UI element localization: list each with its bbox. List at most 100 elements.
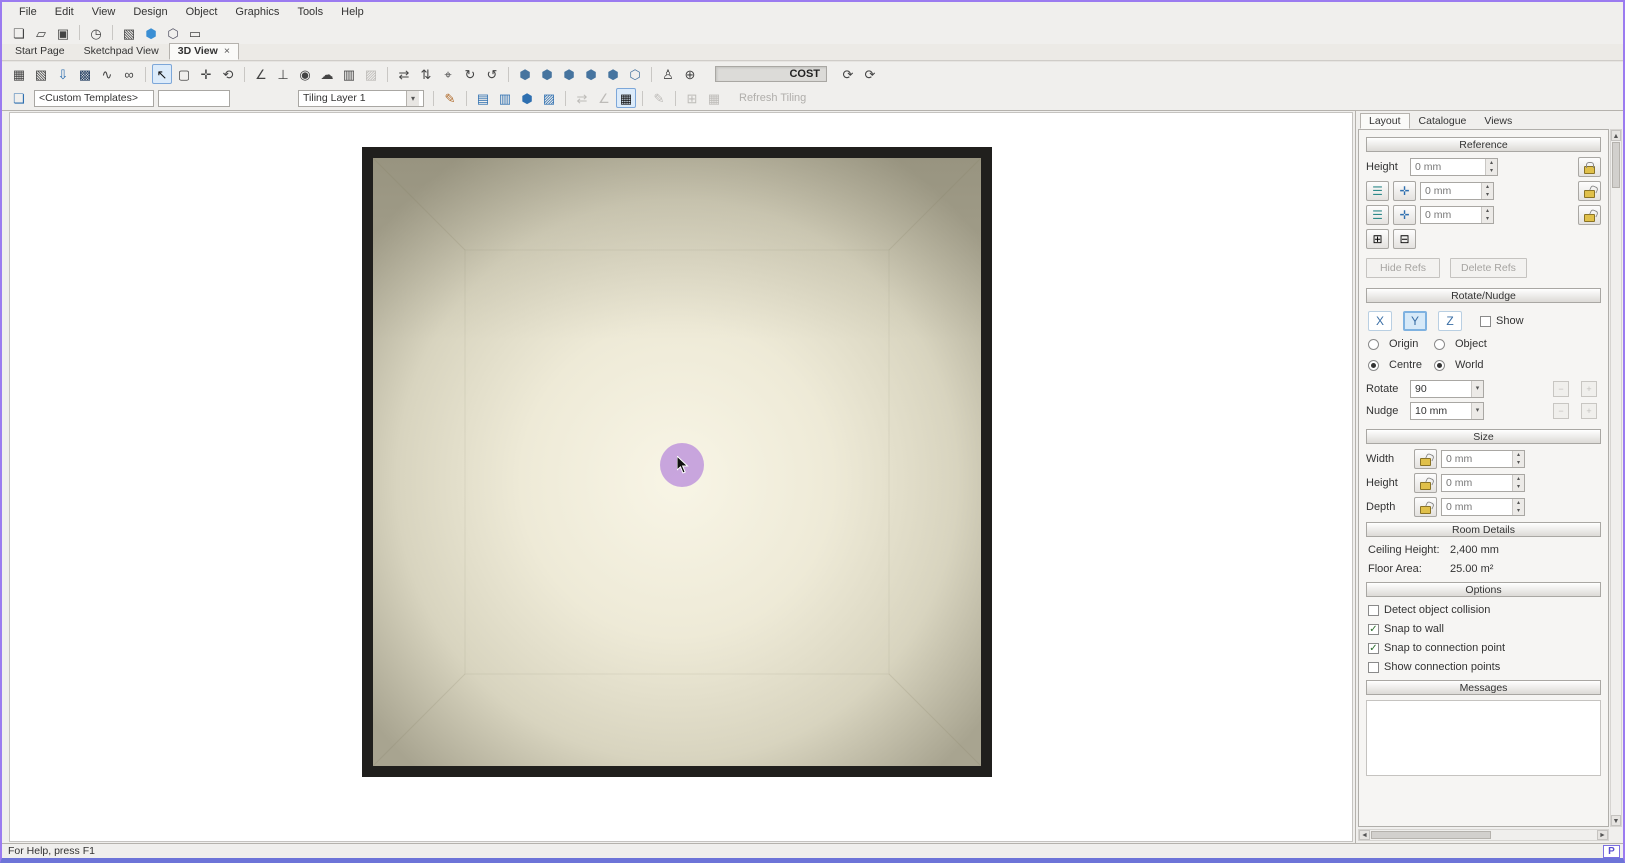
scrollbar-thumb[interactable] bbox=[1612, 142, 1620, 188]
elevation-view-icon[interactable]: ▧ bbox=[31, 64, 51, 84]
lock-height-button[interactable] bbox=[1414, 473, 1437, 493]
option-label-detect-object-collision[interactable]: Detect object collision bbox=[1384, 604, 1490, 616]
reference-offset-field-1[interactable]: 0 mm ▴▾ bbox=[1420, 182, 1494, 200]
lock-height-button[interactable] bbox=[1578, 157, 1601, 177]
tile-wall-icon[interactable]: ▤ bbox=[473, 88, 493, 108]
panel-vertical-scrollbar[interactable]: ▲ ▼ bbox=[1610, 129, 1622, 827]
scrollbar-track[interactable] bbox=[1492, 830, 1597, 840]
spin-down-icon[interactable]: ▾ bbox=[1482, 191, 1493, 199]
wireframe-view-icon[interactable]: ⬡ bbox=[163, 23, 183, 43]
panel-tab-views[interactable]: Views bbox=[1475, 113, 1521, 129]
scrollbar-track[interactable] bbox=[1611, 189, 1621, 815]
axis-x-button[interactable]: X bbox=[1368, 311, 1392, 331]
tab-sketchpad-view[interactable]: Sketchpad View bbox=[75, 43, 168, 60]
tab-start-page[interactable]: Start Page bbox=[6, 43, 74, 60]
view-cube-front-icon[interactable]: ⬢ bbox=[515, 64, 535, 84]
view-cube-right-icon[interactable]: ⬢ bbox=[581, 64, 601, 84]
chevron-down-icon[interactable]: ▾ bbox=[406, 91, 419, 106]
size-height-field[interactable]: 0 mm▴▾ bbox=[1441, 474, 1525, 492]
scrollbar-thumb[interactable] bbox=[1371, 831, 1491, 839]
chevron-down-icon[interactable]: ▾ bbox=[1471, 403, 1483, 419]
checkbox-show-connection-points[interactable] bbox=[1368, 662, 1379, 673]
site-plan-icon[interactable]: ▦ bbox=[9, 64, 29, 84]
lock-width-button[interactable] bbox=[1414, 449, 1437, 469]
spin-up-icon[interactable]: ▴ bbox=[1482, 183, 1493, 191]
radio-label-object[interactable]: Object bbox=[1455, 338, 1487, 350]
tile-floor-icon[interactable]: ▥ bbox=[495, 88, 515, 108]
show-checkbox[interactable] bbox=[1480, 316, 1491, 327]
walkthrough-icon[interactable]: ♙ bbox=[658, 64, 678, 84]
menu-graphics[interactable]: Graphics bbox=[226, 5, 288, 19]
3d-view-icon[interactable]: ⬢ bbox=[141, 23, 161, 43]
3d-viewport[interactable] bbox=[9, 112, 1353, 842]
size-width-field[interactable]: 0 mm▴▾ bbox=[1441, 450, 1525, 468]
rotate-view-ccw-icon[interactable]: ↺ bbox=[482, 64, 502, 84]
unlock-button-1[interactable] bbox=[1578, 181, 1601, 201]
panel-horizontal-scrollbar[interactable]: ◄ ► bbox=[1358, 829, 1609, 841]
scroll-down-icon[interactable]: ▼ bbox=[1611, 815, 1621, 826]
measure-tool-icon[interactable]: ∠ bbox=[251, 64, 271, 84]
tile-cube-icon[interactable]: ⬢ bbox=[517, 88, 537, 108]
option-label-show-connection-points[interactable]: Show connection points bbox=[1384, 661, 1500, 673]
reference-move-button[interactable]: ✛ bbox=[1393, 181, 1416, 201]
spin-down-icon[interactable]: ▾ bbox=[1513, 483, 1524, 491]
drop-to-floor-icon[interactable]: ⇩ bbox=[53, 64, 73, 84]
menu-design[interactable]: Design bbox=[124, 5, 176, 19]
unlock-button-2[interactable] bbox=[1578, 205, 1601, 225]
refresh-cost-icon[interactable]: ⟳ bbox=[860, 64, 880, 84]
reference-extend-button[interactable]: ⊞ bbox=[1366, 229, 1389, 249]
view-cube-left-icon[interactable]: ⬢ bbox=[559, 64, 579, 84]
template-search-input[interactable] bbox=[158, 90, 230, 107]
spin-down-icon[interactable]: ▾ bbox=[1513, 507, 1524, 515]
texture-swatch-icon[interactable]: ▩ bbox=[75, 64, 95, 84]
spin-up-icon[interactable]: ▴ bbox=[1513, 475, 1524, 483]
node-edit-icon[interactable]: ✛ bbox=[196, 64, 216, 84]
flip-horizontal-icon[interactable]: ⇄ bbox=[394, 64, 414, 84]
scroll-up-icon[interactable]: ▲ bbox=[1611, 130, 1621, 141]
bar-chart-icon[interactable]: ▥ bbox=[339, 64, 359, 84]
axis-z-button[interactable]: Z bbox=[1438, 311, 1462, 331]
panel-tab-layout[interactable]: Layout bbox=[1360, 113, 1410, 129]
tab-3d-view[interactable]: 3D View× bbox=[169, 43, 239, 60]
spin-down-icon[interactable]: ▾ bbox=[1482, 215, 1493, 223]
tiling-layer-combo[interactable]: Tiling Layer 1 ▾ bbox=[298, 90, 424, 107]
spin-down-icon[interactable]: ▾ bbox=[1513, 459, 1524, 467]
menu-help[interactable]: Help bbox=[332, 5, 373, 19]
radio-label-origin[interactable]: Origin bbox=[1389, 338, 1418, 350]
refresh-view-icon[interactable]: ⟳ bbox=[838, 64, 858, 84]
tile-grid-icon[interactable]: ▦ bbox=[616, 88, 636, 108]
reference-height-field[interactable]: 0 mm ▴▾ bbox=[1410, 158, 1498, 176]
new-document-icon[interactable]: ❏ bbox=[9, 23, 29, 43]
checkbox-snap-to-wall[interactable]: ✓ bbox=[1368, 624, 1379, 635]
view-cube-top-icon[interactable]: ⬢ bbox=[603, 64, 623, 84]
scroll-right-icon[interactable]: ► bbox=[1597, 830, 1608, 840]
clock-icon[interactable]: ◷ bbox=[86, 23, 106, 43]
spin-up-icon[interactable]: ▴ bbox=[1482, 207, 1493, 215]
radio-centre[interactable] bbox=[1368, 360, 1379, 371]
menu-view[interactable]: View bbox=[83, 5, 125, 19]
scroll-left-icon[interactable]: ◄ bbox=[1359, 830, 1370, 840]
reference-level-button[interactable]: ☰ bbox=[1366, 181, 1389, 201]
radio-origin[interactable] bbox=[1368, 339, 1379, 350]
option-label-snap-to-connection-point[interactable]: Snap to connection point bbox=[1384, 642, 1505, 654]
radio-object[interactable] bbox=[1434, 339, 1445, 350]
save-icon[interactable]: ▣ bbox=[53, 23, 73, 43]
group-objects-icon[interactable]: ∞ bbox=[119, 64, 139, 84]
show-label[interactable]: Show bbox=[1496, 315, 1524, 327]
chevron-down-icon[interactable]: ▾ bbox=[1471, 381, 1483, 397]
sketchpad-view-icon[interactable]: ▭ bbox=[185, 23, 205, 43]
cost-display[interactable]: COST bbox=[715, 66, 827, 82]
close-tab-icon[interactable]: × bbox=[224, 45, 230, 57]
radio-label-centre[interactable]: Centre bbox=[1389, 359, 1422, 371]
spin-up-icon[interactable]: ▴ bbox=[1513, 499, 1524, 507]
view-cube-back-icon[interactable]: ⬢ bbox=[537, 64, 557, 84]
size-depth-field[interactable]: 0 mm▴▾ bbox=[1441, 498, 1525, 516]
reference-level-button-2[interactable]: ☰ bbox=[1366, 205, 1389, 225]
marquee-select-icon[interactable]: ▢ bbox=[174, 64, 194, 84]
panel-tab-catalogue[interactable]: Catalogue bbox=[1410, 113, 1476, 129]
lock-depth-button[interactable] bbox=[1414, 497, 1437, 517]
checkbox-snap-to-connection-point[interactable]: ✓ bbox=[1368, 643, 1379, 654]
spin-down-icon[interactable]: ▾ bbox=[1486, 167, 1497, 175]
menu-edit[interactable]: Edit bbox=[46, 5, 83, 19]
select-tool-icon[interactable]: ↖ bbox=[152, 64, 172, 84]
